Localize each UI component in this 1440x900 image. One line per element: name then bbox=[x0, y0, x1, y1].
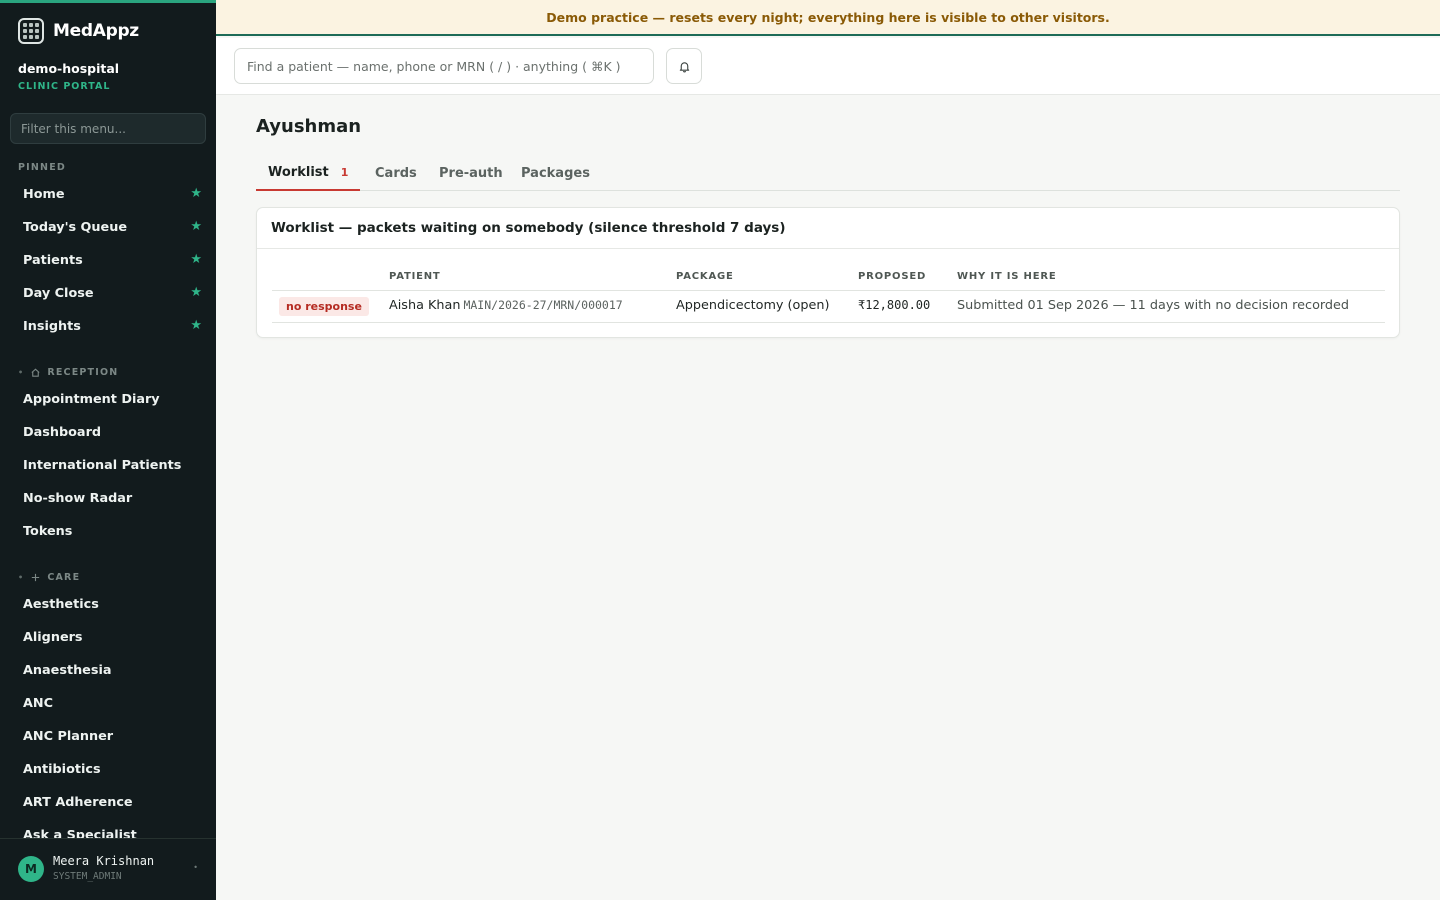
caret-icon: • bbox=[193, 863, 198, 872]
sidebar-item-art-adherence[interactable]: ART Adherence bbox=[8, 787, 208, 817]
notifications-button[interactable] bbox=[666, 48, 702, 84]
proposed-amount: ₹12,800.00 bbox=[858, 298, 931, 312]
app-logo-icon bbox=[18, 18, 44, 44]
star-icon[interactable]: ★ bbox=[190, 186, 202, 201]
sidebar-item-label: Aligners bbox=[23, 629, 83, 645]
sidebar-item-label: Appointment Diary bbox=[23, 391, 160, 407]
home-icon bbox=[31, 368, 40, 377]
sidebar-item-label: Tokens bbox=[23, 523, 73, 539]
topbar bbox=[216, 38, 1440, 95]
row-divider bbox=[272, 322, 1385, 323]
sidebar-item-label: Day Close bbox=[23, 285, 94, 301]
tab-bar: Worklist 1 Cards Pre-auth Packages bbox=[256, 155, 1400, 191]
patient-mrn: MAIN/2026-27/MRN/000017 bbox=[463, 298, 623, 312]
sidebar-item-label: No-show Radar bbox=[23, 490, 133, 506]
user-name: Meera Krishnan bbox=[53, 854, 155, 868]
collapse-dot-icon: • bbox=[18, 573, 25, 582]
sidebar-item-label: ANC bbox=[23, 695, 54, 711]
sidebar-item-aligners[interactable]: Aligners bbox=[8, 622, 208, 652]
patient-cell[interactable]: Aisha Khan MAIN/2026-27/MRN/000017 bbox=[389, 298, 623, 313]
tab-cards[interactable]: Cards bbox=[375, 155, 417, 191]
tab-worklist[interactable]: Worklist 1 bbox=[256, 155, 361, 191]
package-cell: Appendicectomy (open) bbox=[676, 298, 830, 313]
sidebar-item-label: Aesthetics bbox=[23, 596, 99, 612]
plus-icon bbox=[32, 573, 40, 582]
tab-pre-auth[interactable]: Pre-auth bbox=[439, 155, 503, 191]
sidebar-item-dashboard[interactable]: Dashboard bbox=[8, 417, 208, 447]
demo-banner: Demo practice — resets every night; ever… bbox=[216, 0, 1440, 36]
brand[interactable]: MedAppz bbox=[18, 18, 139, 44]
sidebar-item-label: Ask a Specialist bbox=[23, 827, 137, 839]
sidebar-nav[interactable]: MedAppz demo-hospital CLINIC PORTAL PINN… bbox=[0, 0, 216, 838]
column-header-patient: PATIENT bbox=[389, 271, 441, 282]
column-header-why: WHY IT IS HERE bbox=[957, 271, 1057, 282]
sidebar-item-todays-queue[interactable]: Today's Queue ★ bbox=[8, 212, 208, 242]
sidebar-item-appointment-diary[interactable]: Appointment Diary bbox=[8, 384, 208, 414]
section-label-reception[interactable]: • RECEPTION bbox=[18, 367, 118, 378]
reason-cell: Submitted 01 Sep 2026 — 11 days with no … bbox=[957, 298, 1350, 313]
sidebar-item-label: Antibiotics bbox=[23, 761, 101, 777]
app-name: MedAppz bbox=[53, 21, 139, 41]
sidebar-item-label: Insights bbox=[23, 318, 81, 334]
column-header-package: PACKAGE bbox=[676, 271, 734, 282]
star-icon[interactable]: ★ bbox=[190, 252, 202, 267]
sidebar-item-day-close[interactable]: Day Close ★ bbox=[8, 278, 208, 308]
sidebar-item-label: Anaesthesia bbox=[23, 662, 112, 678]
sidebar-item-patients[interactable]: Patients ★ bbox=[8, 245, 208, 275]
sidebar-item-international-patients[interactable]: International Patients bbox=[8, 450, 208, 480]
sidebar-item-label: ART Adherence bbox=[23, 794, 133, 810]
sidebar-item-tokens[interactable]: Tokens bbox=[8, 516, 208, 546]
star-icon[interactable]: ★ bbox=[190, 219, 202, 234]
sidebar-item-ask-a-specialist[interactable]: Ask a Specialist bbox=[8, 820, 208, 839]
sidebar-item-anc-planner[interactable]: ANC Planner bbox=[8, 721, 208, 751]
portal-label: CLINIC PORTAL bbox=[18, 81, 111, 92]
user-role: SYSTEM_ADMIN bbox=[53, 871, 122, 882]
section-label-pinned: PINNED bbox=[18, 162, 66, 173]
bell-icon bbox=[679, 61, 689, 72]
star-icon[interactable]: ★ bbox=[190, 285, 202, 300]
sidebar-item-label: Patients bbox=[23, 252, 83, 268]
sidebar-item-label: International Patients bbox=[23, 457, 182, 473]
org-name: demo-hospital bbox=[18, 61, 120, 76]
divider bbox=[257, 248, 1399, 249]
sidebar-item-no-show-radar[interactable]: No-show Radar bbox=[8, 483, 208, 513]
worklist-card: Worklist — packets waiting on somebody (… bbox=[256, 207, 1400, 338]
sidebar-item-aesthetics[interactable]: Aesthetics bbox=[8, 589, 208, 619]
column-header-proposed: PROPOSED bbox=[858, 271, 927, 282]
tab-packages[interactable]: Packages bbox=[521, 155, 590, 191]
sidebar-item-label: ANC Planner bbox=[23, 728, 114, 744]
sidebar-item-antibiotics[interactable]: Antibiotics bbox=[8, 754, 208, 784]
avatar: M bbox=[18, 856, 44, 882]
patient-search-input[interactable] bbox=[234, 48, 654, 84]
collapse-dot-icon: • bbox=[18, 368, 25, 377]
tab-count-badge: 1 bbox=[340, 165, 349, 179]
sidebar-item-label: Today's Queue bbox=[23, 219, 128, 235]
menu-filter-input[interactable] bbox=[10, 113, 206, 144]
page-title: Ayushman bbox=[256, 116, 362, 137]
sidebar-accent-line bbox=[0, 0, 216, 3]
sidebar-item-home[interactable]: Home ★ bbox=[8, 179, 208, 209]
sidebar-item-label: Home bbox=[23, 186, 65, 202]
worklist-title: Worklist — packets waiting on somebody (… bbox=[271, 220, 786, 236]
row-divider bbox=[272, 290, 1385, 291]
sidebar-item-label: Dashboard bbox=[23, 424, 102, 440]
section-label-care[interactable]: • CARE bbox=[18, 572, 80, 583]
patient-name[interactable]: Aisha Khan bbox=[389, 298, 460, 313]
sidebar-item-insights[interactable]: Insights ★ bbox=[8, 311, 208, 341]
sidebar-item-anaesthesia[interactable]: Anaesthesia bbox=[8, 655, 208, 685]
sidebar: MedAppz demo-hospital CLINIC PORTAL PINN… bbox=[0, 0, 216, 900]
sidebar-item-anc[interactable]: ANC bbox=[8, 688, 208, 718]
user-menu[interactable]: M Meera Krishnan SYSTEM_ADMIN • bbox=[0, 838, 216, 900]
status-badge: no response bbox=[279, 297, 369, 316]
star-icon[interactable]: ★ bbox=[190, 318, 202, 333]
